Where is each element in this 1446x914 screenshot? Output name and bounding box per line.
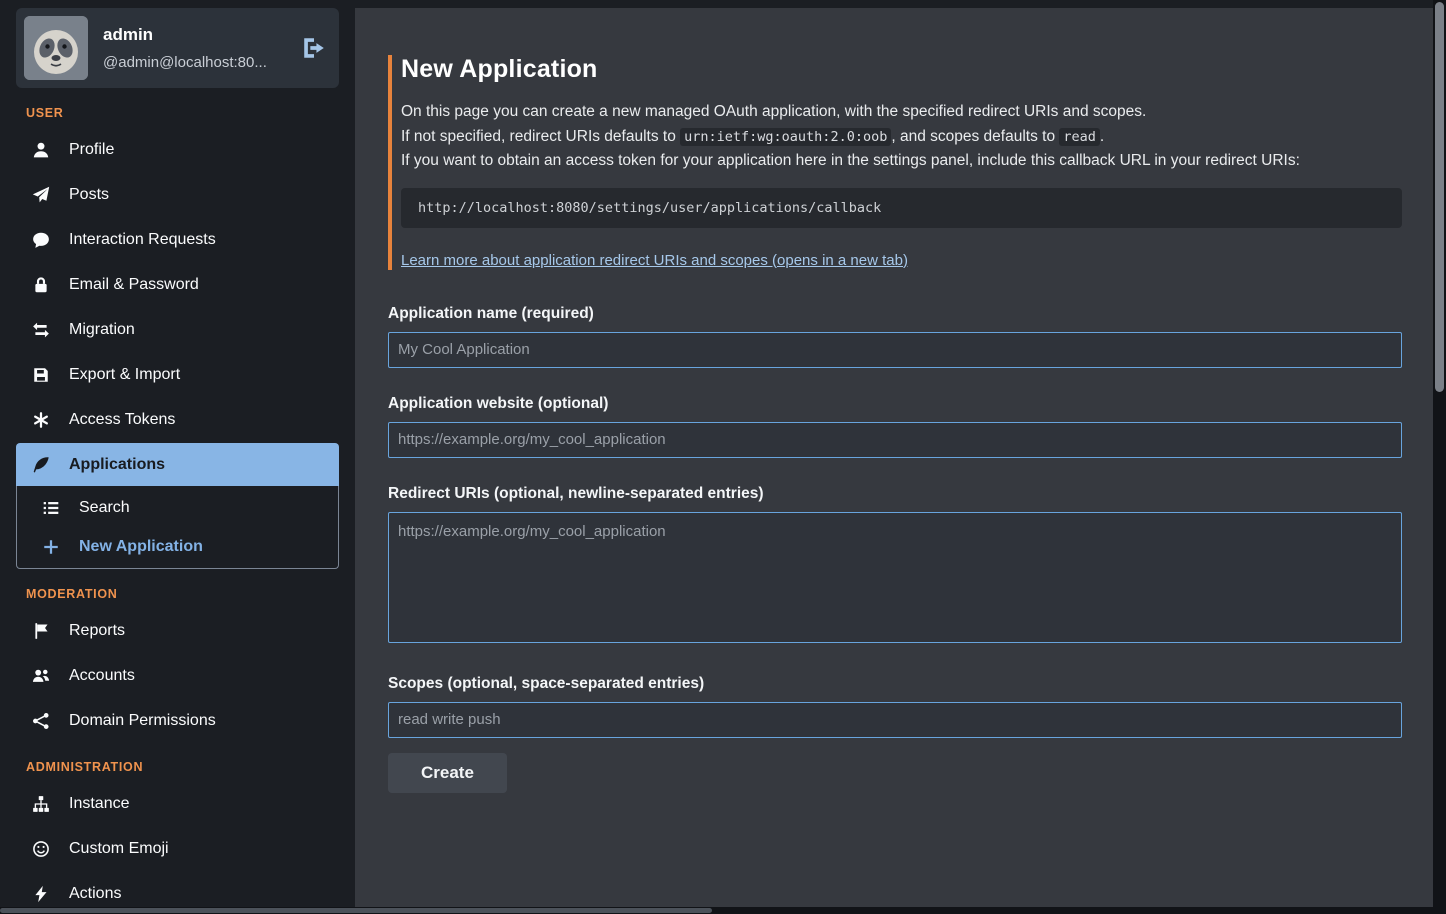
applications-submenu: Search New Application: [16, 486, 339, 569]
sidebar-item-label: Interaction Requests: [69, 231, 216, 249]
application-website-group: Application website (optional): [388, 395, 1402, 458]
sidebar-item-accounts[interactable]: Accounts: [16, 654, 339, 697]
application-website-input[interactable]: [388, 422, 1402, 458]
sidebar-item-custom-emoji[interactable]: Custom Emoji: [16, 827, 339, 870]
share-nodes-icon: [31, 711, 50, 730]
sidebar-item-label: Instance: [69, 795, 129, 813]
main-area: New Application On this page you can cre…: [355, 0, 1446, 914]
scopes-label: Scopes (optional, space-separated entrie…: [388, 675, 1402, 693]
application-website-label: Application website (optional): [388, 395, 1402, 413]
exchange-arrows-icon: [31, 320, 50, 339]
sidebar-item-applications-search[interactable]: Search: [17, 488, 338, 527]
sidebar-item-access-tokens[interactable]: Access Tokens: [16, 398, 339, 441]
application-name-group: Application name (required): [388, 305, 1402, 368]
lock-icon: [31, 275, 50, 294]
sidebar-item-label: Search: [79, 499, 130, 517]
page-title: New Application: [401, 55, 1402, 84]
sidebar-item-email-password[interactable]: Email & Password: [16, 263, 339, 306]
sidebar-item-label: Export & Import: [69, 366, 180, 384]
application-name-input[interactable]: [388, 332, 1402, 368]
section-header-user: USER: [26, 106, 339, 120]
sidebar-item-label: Migration: [69, 321, 135, 339]
sidebar-item-posts[interactable]: Posts: [16, 173, 339, 216]
new-application-panel: New Application On this page you can cre…: [355, 8, 1433, 914]
horizontal-scrollbar: [0, 907, 1446, 914]
sidebar-item-label: Profile: [69, 141, 114, 159]
sign-out-icon: [301, 37, 327, 59]
horizontal-scrollbar-thumb[interactable]: [0, 908, 712, 913]
new-application-form: Application name (required) Application …: [388, 305, 1402, 793]
sidebar-item-profile[interactable]: Profile: [16, 128, 339, 171]
paper-plane-icon: [31, 185, 50, 204]
avatar: [24, 16, 88, 80]
sidebar-item-label: New Application: [79, 538, 203, 556]
sidebar-item-interaction-requests[interactable]: Interaction Requests: [16, 218, 339, 261]
users-icon: [31, 666, 50, 685]
application-name-label: Application name (required): [388, 305, 1402, 323]
vertical-scrollbar-thumb[interactable]: [1435, 2, 1444, 392]
sidebar-item-new-application[interactable]: New Application: [17, 527, 338, 566]
asterisk-icon: [31, 410, 50, 429]
intro-line-3: If you want to obtain an access token fo…: [401, 149, 1402, 174]
create-button[interactable]: Create: [388, 753, 507, 793]
redirect-uris-group: Redirect URIs (optional, newline-separat…: [388, 485, 1402, 648]
redirect-uris-textarea[interactable]: [388, 512, 1402, 643]
learn-more-link[interactable]: Learn more about application redirect UR…: [401, 252, 908, 269]
sidebar-item-label: Actions: [69, 885, 121, 903]
user-info: admin @admin@localhost:80...: [103, 25, 295, 71]
user-menu: Profile Posts Interaction Requests Email…: [16, 128, 339, 569]
sidebar-item-applications[interactable]: Applications: [16, 443, 339, 486]
sidebar-item-label: Posts: [69, 186, 109, 204]
sidebar-item-label: Reports: [69, 622, 125, 640]
scopes-input[interactable]: [388, 702, 1402, 738]
redirect-uris-label: Redirect URIs (optional, newline-separat…: [388, 485, 1402, 503]
plus-icon: [41, 537, 60, 556]
sidebar-item-label: Applications: [69, 456, 165, 474]
flag-icon: [31, 621, 50, 640]
moderation-menu: Reports Accounts Domain Permissions: [16, 609, 339, 742]
vertical-scrollbar: [1433, 0, 1446, 914]
callback-url-codeblock: http://localhost:8080/settings/user/appl…: [401, 188, 1402, 228]
user-card: admin @admin@localhost:80...: [16, 8, 339, 88]
scopes-group: Scopes (optional, space-separated entrie…: [388, 675, 1402, 738]
sidebar-item-reports[interactable]: Reports: [16, 609, 339, 652]
sitemap-icon: [31, 794, 50, 813]
smiley-icon: [31, 839, 50, 858]
section-header-moderation: MODERATION: [26, 587, 339, 601]
feather-icon: [31, 455, 50, 474]
sidebar-item-domain-permissions[interactable]: Domain Permissions: [16, 699, 339, 742]
avatar-image: [24, 16, 88, 80]
sidebar-item-label: Accounts: [69, 667, 135, 685]
sign-out-button[interactable]: [301, 37, 327, 59]
administration-menu: Instance Custom Emoji Actions: [16, 782, 339, 914]
bolt-icon: [31, 884, 50, 903]
intro-block: New Application On this page you can cre…: [388, 55, 1402, 270]
sidebar-item-migration[interactable]: Migration: [16, 308, 339, 351]
sidebar-item-instance[interactable]: Instance: [16, 782, 339, 825]
sidebar-item-label: Custom Emoji: [69, 840, 169, 858]
list-icon: [41, 498, 60, 517]
default-redirect-uri-code: urn:ietf:wg:oauth:2.0:oob: [680, 128, 891, 146]
username: admin: [103, 25, 295, 45]
floppy-disk-icon: [31, 365, 50, 384]
default-scope-code: read: [1059, 128, 1100, 146]
sidebar-item-label: Access Tokens: [69, 411, 175, 429]
sidebar-item-label: Domain Permissions: [69, 712, 216, 730]
sidebar-item-label: Email & Password: [69, 276, 199, 294]
settings-sidebar: admin @admin@localhost:80... USER Profil…: [0, 0, 355, 914]
user-handle: @admin@localhost:80...: [103, 54, 295, 71]
intro-line-2: If not specified, redirect URIs defaults…: [401, 125, 1402, 150]
user-icon: [31, 140, 50, 159]
speech-bubble-icon: [31, 230, 50, 249]
section-header-administration: ADMINISTRATION: [26, 760, 339, 774]
sidebar-item-export-import[interactable]: Export & Import: [16, 353, 339, 396]
intro-line-1: On this page you can create a new manage…: [401, 100, 1402, 125]
